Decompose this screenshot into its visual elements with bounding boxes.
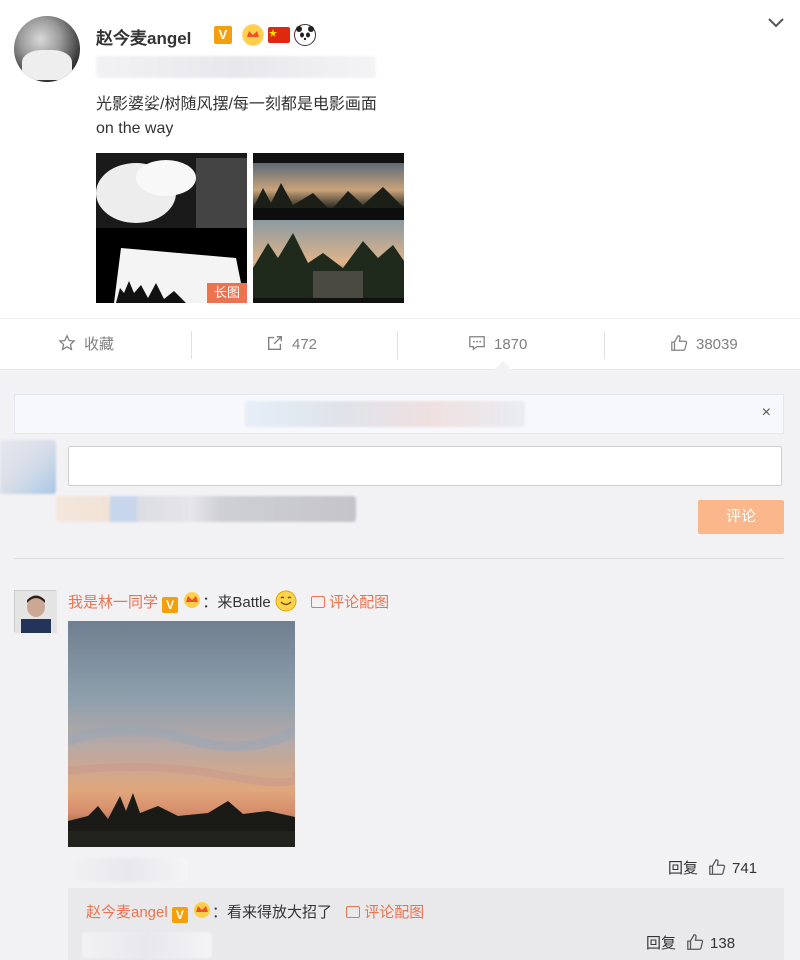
commenter-name[interactable]: 我是林一同学	[68, 594, 158, 611]
thumbs-up-icon[interactable]	[708, 858, 726, 876]
divider	[191, 331, 192, 359]
reply-pic-link[interactable]: 评论配图	[346, 904, 424, 921]
comment-text: ：来Battle	[202, 594, 271, 611]
star-icon	[58, 334, 76, 351]
current-user-avatar-blurred	[0, 440, 56, 494]
comment-count: 1870	[494, 336, 528, 353]
verified-badge: V	[171, 907, 188, 923]
image-icon	[311, 596, 326, 608]
chevron-down-icon[interactable]	[766, 14, 786, 35]
thumbs-up-icon	[671, 335, 688, 351]
post-text-line2: on the way	[96, 120, 174, 137]
member-crown-icon	[182, 591, 202, 609]
notice-bar: ×	[14, 394, 784, 434]
like-button[interactable]: 38039	[670, 319, 738, 371]
smile-emoji-icon	[275, 590, 297, 612]
comment-image[interactable]	[68, 621, 295, 847]
author-avatar[interactable]	[14, 16, 80, 82]
close-icon[interactable]: ×	[762, 404, 771, 422]
author-name[interactable]: 赵今麦angel	[96, 24, 191, 49]
comments-divider	[14, 558, 784, 559]
reply-pic-label: 评论配图	[364, 904, 425, 921]
favorite-button[interactable]: 收藏	[58, 319, 114, 371]
reply-reply-button[interactable]: 回复	[646, 935, 676, 952]
long-image-tag: 长图	[207, 283, 247, 303]
panda-icon	[294, 24, 316, 46]
comment-pic-link[interactable]: 评论配图	[311, 594, 389, 611]
member-crown-icon	[242, 24, 264, 46]
post-image-2[interactable]	[253, 153, 404, 303]
weibo-post: 赵今麦angel V 光影婆娑/树随风摆/每一刻都是电影画面 on the wa…	[0, 0, 800, 318]
verified-badge: V	[214, 26, 232, 44]
post-action-bar: 收藏 472 1870 38039	[0, 318, 800, 370]
reply-time-blurred	[82, 932, 212, 958]
repost-button[interactable]: 472	[266, 319, 317, 371]
submit-comment-button[interactable]: 评论	[698, 500, 784, 534]
comment-icon	[469, 336, 485, 351]
post-text-line1: 光影婆娑/树随风摆/每一刻都是电影画面	[96, 96, 377, 113]
favorite-label: 收藏	[84, 336, 115, 353]
verified-badge: V	[162, 597, 179, 613]
reply-button[interactable]: 回复	[668, 860, 698, 877]
comment-pointer	[494, 361, 512, 370]
comment-like-count: 741	[732, 860, 758, 877]
reply-text: ：看来得放大招了	[212, 904, 333, 921]
china-flag-icon	[268, 27, 290, 43]
member-crown-icon	[192, 901, 212, 919]
reply-area: 赵今麦angel V ：看来得放大招了 评论配图 回复 138	[68, 888, 784, 960]
comment-header: 我是林一同学 V ：来Battle 评论配图	[68, 590, 389, 613]
image-icon	[346, 906, 361, 918]
post-image-1[interactable]: 长图	[96, 153, 247, 303]
repost-icon	[268, 336, 282, 350]
reply-actions: 回复 138	[646, 932, 735, 953]
emoji-toolbar-blurred[interactable]	[56, 496, 356, 522]
comment-pic-label: 评论配图	[329, 594, 390, 611]
reply-author-name[interactable]: 赵今麦angel	[86, 904, 168, 921]
comment-time-blurred	[68, 858, 188, 882]
post-timestamp-blurred	[96, 56, 376, 78]
divider	[397, 331, 398, 359]
divider	[604, 331, 605, 359]
repost-count: 472	[292, 336, 318, 353]
like-count: 38039	[696, 336, 738, 353]
reply-like-count: 138	[710, 935, 736, 952]
comments-panel: × 评论 我是林一同学 V ：来Battle 评论配图 回复 741 赵今麦an…	[0, 370, 800, 960]
reply-header: 赵今麦angel V ：看来得放大招了 评论配图	[86, 901, 424, 923]
thumbs-up-icon[interactable]	[686, 933, 704, 951]
comment-input[interactable]	[68, 446, 782, 486]
notice-text-blurred	[245, 401, 525, 427]
commenter-avatar[interactable]	[14, 590, 57, 633]
comment-actions: 回复 741	[668, 857, 757, 878]
